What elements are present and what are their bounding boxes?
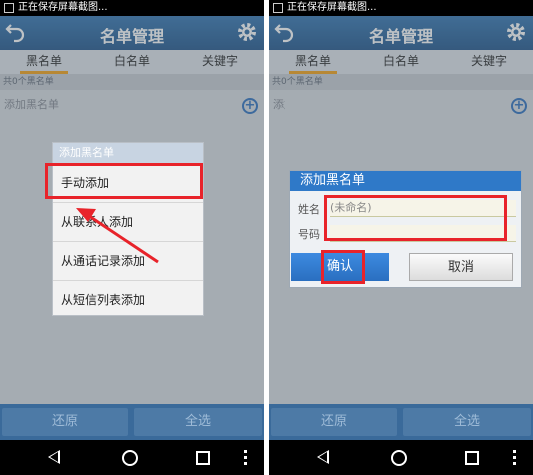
status-bar: 正在保存屏幕截图... xyxy=(269,0,533,16)
nav-bar xyxy=(0,440,264,475)
phone-label: 号码 xyxy=(298,228,320,241)
nav-bar xyxy=(269,440,533,475)
select-all-button[interactable]: 全选 xyxy=(403,408,531,436)
status-text: 正在保存屏幕截图... xyxy=(287,2,377,13)
restore-button[interactable]: 还原 xyxy=(2,408,128,436)
nav-home-icon[interactable] xyxy=(122,450,138,466)
nav-back-icon[interactable] xyxy=(317,450,329,464)
select-all-button[interactable]: 全选 xyxy=(134,408,262,436)
nav-more-icon[interactable] xyxy=(513,450,516,465)
screenshot-icon xyxy=(273,3,283,13)
right-screen: 正在保存屏幕截图... 名单管理 黑名单 白名单 关键字 共0个黑名单 添加黑名… xyxy=(269,0,533,475)
left-screen: 正在保存屏幕截图... 名单管理 黑名单 白名单 关键字 共0个黑名单 添加黑名… xyxy=(0,0,264,475)
restore-button[interactable]: 还原 xyxy=(271,408,397,436)
name-label: 姓名 xyxy=(298,203,320,216)
nav-recent-icon[interactable] xyxy=(465,451,479,465)
bottom-bar: 还原 全选 xyxy=(269,404,533,440)
nav-home-icon[interactable] xyxy=(391,450,407,466)
highlight-box xyxy=(321,250,365,284)
nav-more-icon[interactable] xyxy=(244,450,247,465)
nav-back-icon[interactable] xyxy=(48,450,60,464)
highlight-box xyxy=(324,195,507,241)
dialog-title: 添加黑名单 xyxy=(290,171,521,191)
cancel-button[interactable]: 取消 xyxy=(409,253,513,281)
bottom-bar: 还原 全选 xyxy=(0,404,264,440)
nav-recent-icon[interactable] xyxy=(196,451,210,465)
